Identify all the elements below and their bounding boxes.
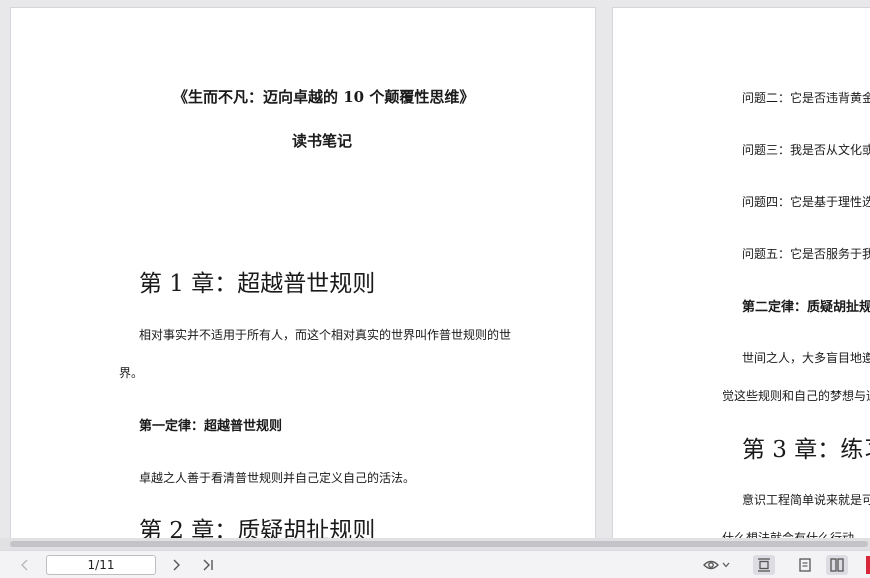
next-page-button[interactable] xyxy=(165,555,187,575)
law-2-heading: 第二定律：质疑胡扯规 xyxy=(742,300,870,315)
question-line: 问题四：它是基于理性选 xyxy=(742,195,870,209)
previous-page-button[interactable] xyxy=(14,555,36,575)
chapter-3-heading: 第 3 章：练习 xyxy=(742,437,870,463)
chapter-2-heading: 第 2 章：质疑胡扯规则 xyxy=(139,518,376,538)
fit-page-button[interactable] xyxy=(753,555,775,575)
paragraph-line: 相对事实并不适用于所有人，而这个相对真实的世界叫作普世规则的世 xyxy=(139,328,512,342)
chevron-right-icon xyxy=(173,559,180,571)
horizontal-scrollbar[interactable] xyxy=(0,538,870,550)
single-page-icon xyxy=(799,558,811,572)
question-line: 问题五：它是否服务于我 xyxy=(742,247,870,261)
last-page-button[interactable] xyxy=(197,555,219,575)
page-number-input[interactable]: 1/11 xyxy=(46,555,156,575)
chevron-left-icon xyxy=(21,559,28,571)
single-page-button[interactable] xyxy=(794,555,816,575)
paragraph-line: 觉这些规则和自己的梦想与追 xyxy=(722,389,870,403)
document-page-2: 问题二：它是否违背黄金 问题三：我是否从文化或 问题四：它是基于理性选 问题五：… xyxy=(612,7,870,538)
paragraph-line: 什么想法就会有什么行动。 xyxy=(722,531,867,538)
book-title: 《生而不凡：迈向卓越的 10 个颠覆性思维》 xyxy=(173,88,475,106)
chapter-1-heading: 第 1 章：超越普世规则 xyxy=(139,271,376,297)
document-viewport[interactable]: 《生而不凡：迈向卓越的 10 个颠覆性思维》 读书笔记 第 1 章：超越普世规则… xyxy=(0,0,870,538)
notes-title: 读书笔记 xyxy=(292,132,353,150)
view-mode-dropdown[interactable] xyxy=(699,555,733,575)
two-page-icon xyxy=(830,558,844,572)
two-page-button[interactable] xyxy=(826,555,848,575)
scrollbar-thumb[interactable] xyxy=(10,541,868,547)
paragraph-line: 意识工程简单说来就是可 xyxy=(742,493,870,507)
question-line: 问题三：我是否从文化或 xyxy=(742,143,870,157)
paragraph-line: 卓越之人善于看清普世规则并自己定义自己的活法。 xyxy=(139,471,416,485)
chevron-down-icon xyxy=(722,562,729,568)
bottom-toolbar: 1/11 xyxy=(0,550,870,578)
paragraph-line: 界。 xyxy=(119,366,144,380)
accent-edge xyxy=(866,556,870,574)
document-page-1: 《生而不凡：迈向卓越的 10 个颠覆性思维》 读书笔记 第 1 章：超越普世规则… xyxy=(10,7,596,538)
fit-page-icon xyxy=(758,558,770,572)
paragraph-line: 世间之人，大多盲目地遵 xyxy=(742,351,870,365)
eye-icon xyxy=(702,560,719,570)
skip-to-last-icon xyxy=(203,559,213,571)
question-line: 问题二：它是否违背黄金 xyxy=(742,91,870,105)
law-1-heading: 第一定律：超越普世规则 xyxy=(139,419,283,434)
